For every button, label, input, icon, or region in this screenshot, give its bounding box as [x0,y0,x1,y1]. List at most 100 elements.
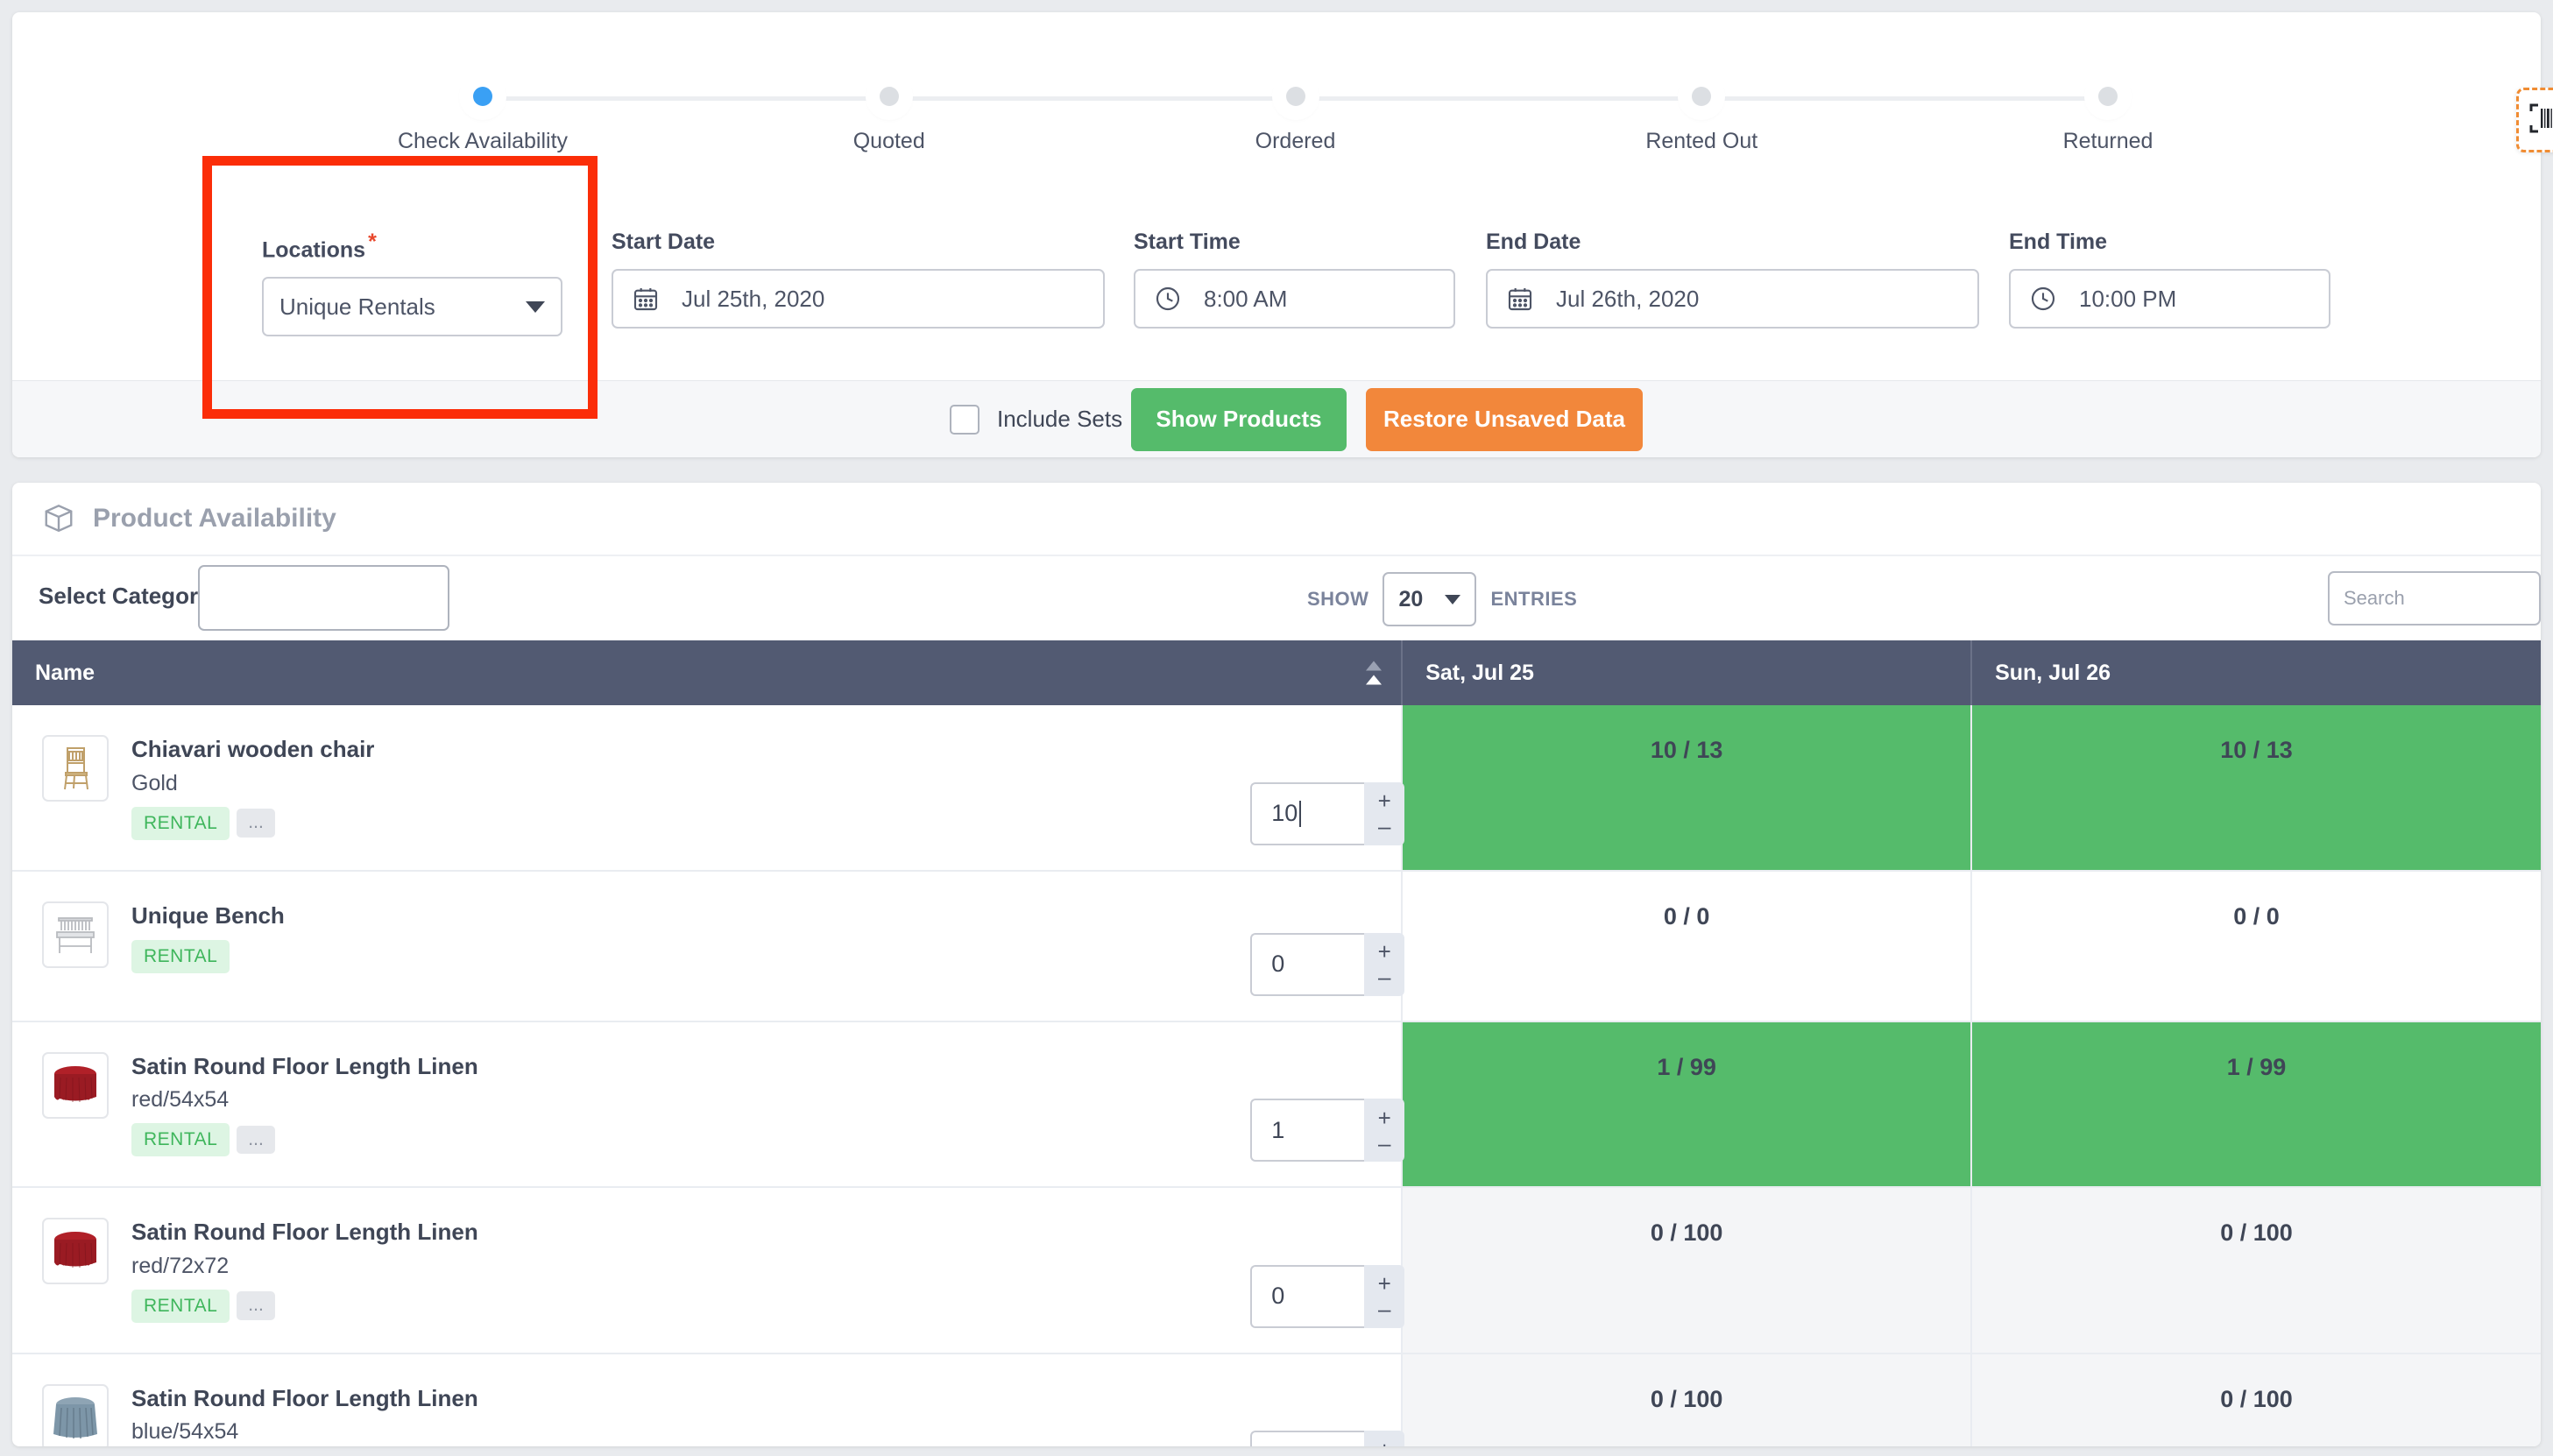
red-linen-thumb [42,1051,109,1119]
locations-select[interactable]: Unique Rentals [262,277,562,337]
show-label: SHOW [1307,588,1369,610]
end-date-input[interactable]: Jul 26th, 2020 [1486,269,1979,329]
stepper-step-rented-out[interactable]: Rented Out [1596,63,1807,154]
quantity-input[interactable]: 0 [1250,932,1365,996]
product-name-cell: Satin Round Floor Length Linen blue/54x54… [12,1354,1405,1447]
chevron-down-icon [526,300,545,313]
show-products-button[interactable]: Show Products [1131,387,1347,451]
end-date-label: End Date [1486,230,1581,254]
availability-form-row: Locations * Unique Rentals Start Date Ju… [12,230,2541,352]
table-toolbar: Select Category SHOW 20 ENTRIES Search [12,556,2541,640]
quantity-stepper[interactable]: 0+– [1250,1431,1405,1447]
product-tags: RENTAL... [131,806,374,840]
required-asterisk: * [368,230,377,254]
stepper-step-label: Ordered [1255,129,1336,153]
product-name[interactable]: Chiavari wooden chair [131,735,374,764]
product-availability-panel: Product Availability Select Category SHO… [12,483,2541,1446]
end-date-value: Jul 26th, 2020 [1556,285,1700,312]
start-time-input[interactable]: 8:00 AM [1134,269,1455,329]
column-header-day1[interactable]: Sat, Jul 25 [1401,640,1972,705]
stepper-dot [1682,77,1722,116]
tag-rental: RENTAL [131,1289,230,1323]
quantity-stepper[interactable]: 10 + – [1250,781,1405,845]
product-variant: red/54x54 [131,1087,230,1112]
stepper-step-returned[interactable]: Returned [2003,63,2213,154]
product-name[interactable]: Satin Round Floor Length Linen [131,1052,478,1081]
column-header-name[interactable]: Name [12,640,1403,705]
search-placeholder: Search [2344,587,2405,609]
stepper-step-label: Check Availability [397,129,569,153]
calendar-icon [1503,282,1537,315]
include-sets-checkbox[interactable] [950,404,979,435]
order-progress-stepper: Check Availability Quoted Ordered Rented Ou… [12,63,2541,159]
field-end-date: End Date Jul 26th, 2020 [1486,230,1979,329]
availability-cell-day1: 0 / 100 [1401,1187,1972,1354]
quantity-increment-button[interactable]: + [1378,940,1391,963]
blue-linen-thumb [42,1383,109,1446]
quantity-increment-button[interactable]: + [1378,1106,1391,1129]
text-cursor [1299,800,1302,827]
end-time-input[interactable]: 10:00 PM [2009,269,2330,329]
quantity-increment-button[interactable]: + [1378,1438,1391,1447]
product-variant: Gold [131,770,178,795]
tag-more[interactable]: ... [237,809,275,838]
entries-select[interactable]: 20 [1383,572,1477,626]
availability-cell-day1: 10 / 13 [1401,705,1972,871]
stepper-step-ordered[interactable]: Ordered [1191,63,1401,154]
quantity-input[interactable]: 1 [1250,1099,1365,1162]
availability-cell-day2: 1 / 99 [1970,1021,2541,1187]
tag-more[interactable]: ... [237,1125,275,1155]
tag-rental: RENTAL [131,940,230,973]
tag-rental: RENTAL [131,806,230,840]
quantity-stepper[interactable]: 0 +– [1250,932,1405,996]
table-row: Satin Round Floor Length Linen red/54x54 R… [12,1021,2541,1187]
quantity-input[interactable]: 0 [1250,1264,1365,1328]
clock-icon [2026,282,2060,315]
stepper-step-quoted[interactable]: Quoted [784,63,994,154]
start-time-label: Start Time [1134,230,1241,254]
include-sets-checkbox-wrap[interactable]: Include Sets [950,404,1123,435]
availability-cell-day1: 0 / 100 [1401,1353,1972,1446]
product-name[interactable]: Unique Bench [131,901,285,930]
calendar-icon [629,282,662,315]
sort-indicator-icon [1366,661,1383,685]
entries-label: ENTRIES [1490,588,1578,610]
quantity-decrement-button[interactable]: – [1378,965,1390,988]
column-header-day2[interactable]: Sun, Jul 26 [1970,640,2541,705]
restore-unsaved-data-button[interactable]: Restore Unsaved Data [1366,387,1643,451]
quantity-stepper[interactable]: 1 + – [1250,1099,1405,1162]
barcode-scanner-widget[interactable] [2516,88,2553,152]
start-date-input[interactable]: Jul 25th, 2020 [612,269,1105,329]
include-sets-label: Include Sets [997,406,1123,432]
stepper-step-label: Returned [2062,129,2153,153]
red-linen-thumb [42,1218,109,1284]
start-date-value: Jul 25th, 2020 [682,285,825,312]
quantity-decrement-button[interactable]: – [1378,1297,1390,1320]
stepper-dot [463,77,502,116]
quantity-increment-button[interactable]: + [1378,1272,1391,1295]
quantity-input[interactable]: 10 [1250,781,1365,845]
field-end-time: End Time 10:00 PM [2009,230,2330,329]
entries-control: SHOW 20 ENTRIES [1307,572,1577,626]
quantity-decrement-button[interactable]: – [1378,1132,1390,1155]
product-name[interactable]: Satin Round Floor Length Linen [131,1384,478,1413]
table-header-row: Name Sat, Jul 25 Sun, Jul 26 [12,640,2541,705]
availability-cell-day1: 0 / 0 [1401,870,1972,1021]
quantity-stepper[interactable]: 0 +– [1250,1264,1405,1328]
stepper-step-label: Rented Out [1645,129,1758,153]
availability-cell-day2: 0 / 100 [1970,1187,2541,1354]
quantity-increment-button[interactable]: + [1378,789,1391,812]
locations-value: Unique Rentals [279,293,435,320]
product-name[interactable]: Satin Round Floor Length Linen [131,1218,478,1247]
search-input[interactable]: Search [2328,571,2541,626]
stepper-step-check-availability[interactable]: Check Availability [378,63,588,154]
table-head: Name Sat, Jul 25 Sun, Jul 26 [12,640,2541,705]
form-action-bar: Include Sets Show Products Restore Unsav… [12,380,2541,457]
bench-thumb [42,901,109,968]
select-category-input[interactable] [198,565,449,631]
quantity-input[interactable]: 0 [1250,1431,1365,1446]
tag-more[interactable]: ... [237,1291,275,1320]
entries-value: 20 [1398,586,1424,611]
quantity-decrement-button[interactable]: – [1378,815,1390,838]
barcode-scan-icon [2529,103,2553,138]
